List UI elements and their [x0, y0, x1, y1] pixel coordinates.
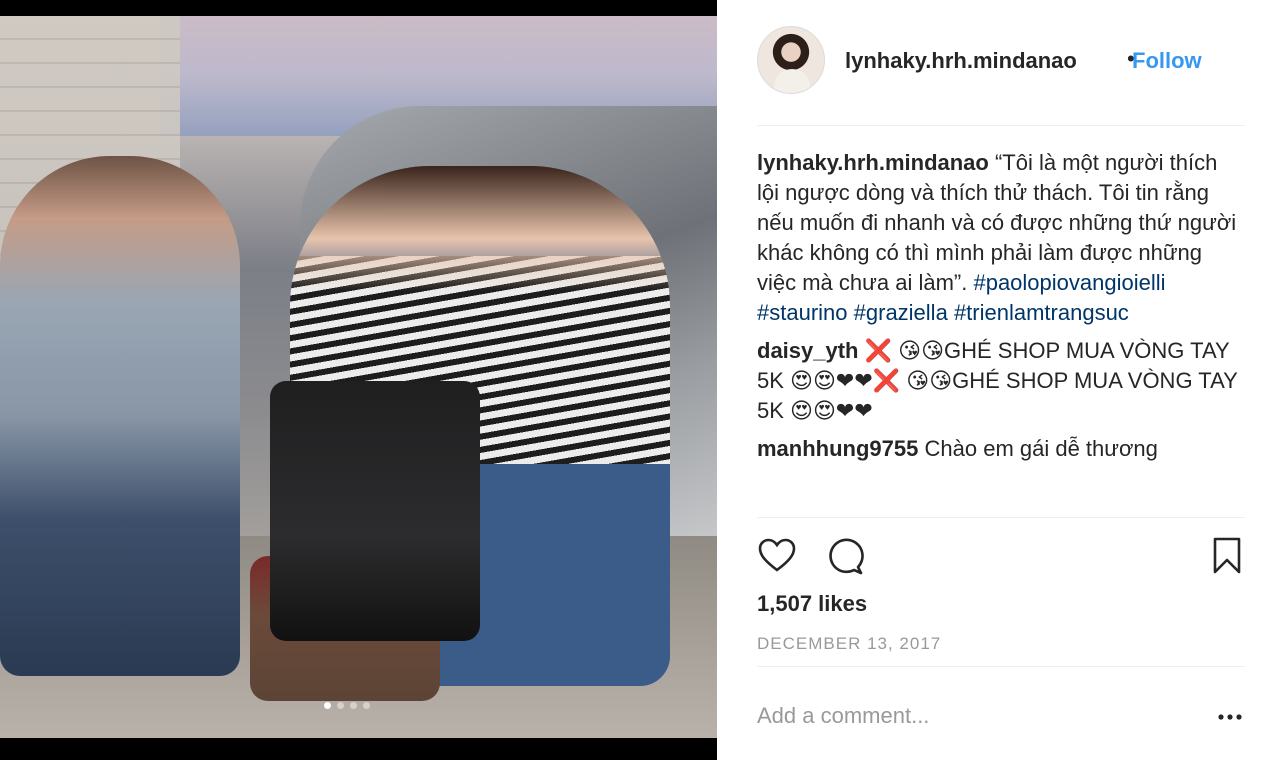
post-header: lynhaky.hrh.mindanao • Follow [757, 26, 1245, 126]
post-photo[interactable] [0, 16, 717, 738]
avatar-figure [774, 69, 810, 93]
carousel-dot [350, 702, 357, 709]
divider [757, 666, 1245, 667]
post-sidebar: lynhaky.hrh.mindanao • Follow lynhaky.hr… [717, 0, 1282, 760]
comment-username[interactable]: manhhung9755 [757, 436, 918, 461]
comment-bubble-icon[interactable] [825, 536, 865, 576]
divider [757, 517, 1245, 518]
carousel-dot [337, 702, 344, 709]
carousel-dot [324, 702, 331, 709]
comment-text: Chào em gái dễ thương [924, 436, 1158, 461]
hashtag-link[interactable]: #staurino [757, 300, 848, 325]
avatar[interactable] [757, 26, 825, 94]
post-media [0, 0, 717, 760]
hashtag-link[interactable]: #graziella [854, 300, 948, 325]
comment-item: daisy_yth ❌ 😘😘GHÉ SHOP MUA VÒNG TAY 5K 😍… [757, 336, 1245, 426]
header-username[interactable]: lynhaky.hrh.mindanao [845, 48, 1077, 74]
hashtag-link[interactable]: #paolopiovangioielli [973, 270, 1165, 295]
carousel-dot [363, 702, 370, 709]
bookmark-icon[interactable] [1207, 536, 1247, 576]
comments-list[interactable]: lynhaky.hrh.mindanao “Tôi là một người t… [757, 148, 1245, 516]
action-bar [757, 536, 1245, 576]
carousel-indicator [324, 702, 370, 709]
hashtag-link[interactable]: #trienlamtrangsuc [954, 300, 1129, 325]
more-options-icon[interactable] [1215, 702, 1245, 732]
photo-man [0, 156, 240, 676]
add-comment-input[interactable] [757, 700, 1177, 732]
caption-username[interactable]: lynhaky.hrh.mindanao [757, 150, 989, 175]
comment-item: manhhung9755 Chào em gái dễ thương [757, 434, 1245, 464]
comment-username[interactable]: daisy_yth [757, 338, 859, 363]
photo-camera-rig [270, 381, 480, 641]
caption: lynhaky.hrh.mindanao “Tôi là một người t… [757, 148, 1245, 328]
likes-count[interactable]: 1,507 likes [757, 591, 867, 617]
follow-button[interactable]: Follow [1132, 48, 1202, 74]
post-date[interactable]: DECEMBER 13, 2017 [757, 634, 941, 654]
heart-icon[interactable] [757, 536, 797, 576]
